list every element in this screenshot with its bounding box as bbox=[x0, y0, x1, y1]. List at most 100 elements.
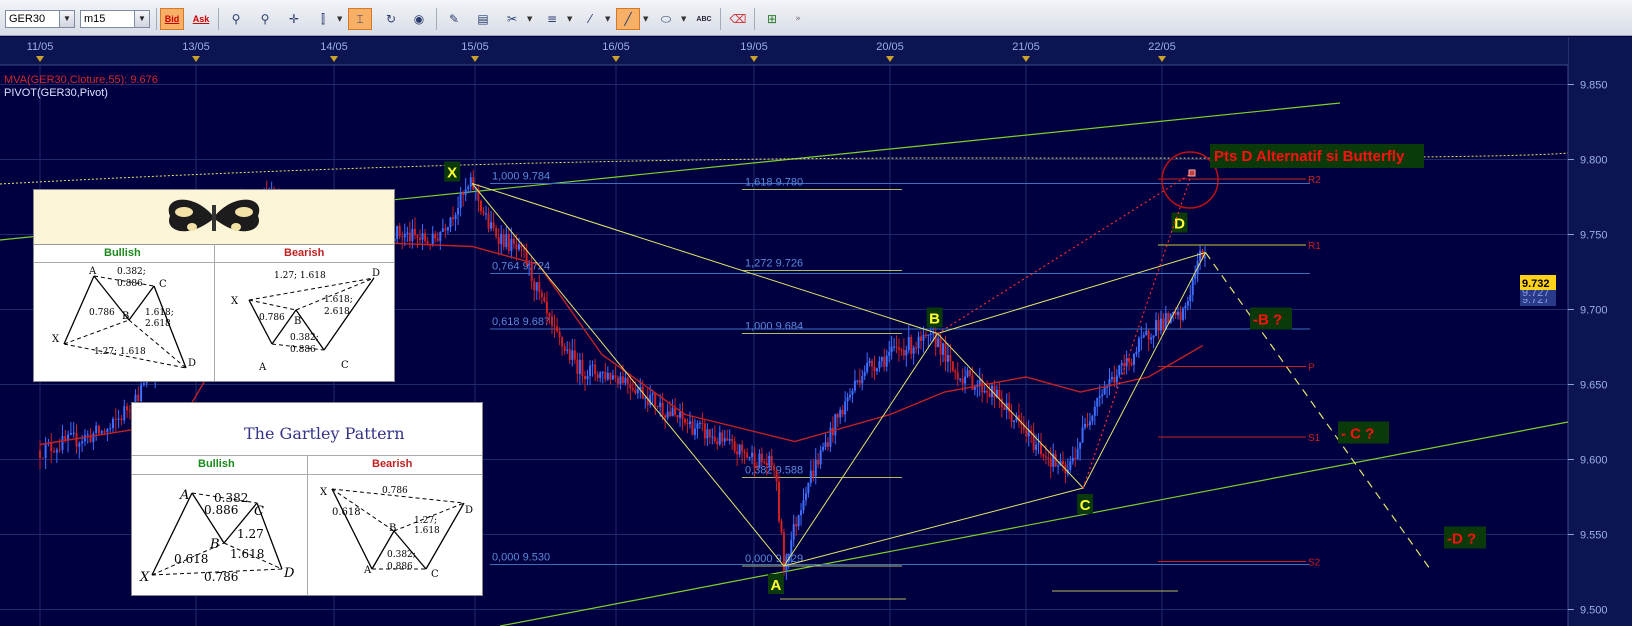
chevron-down-icon[interactable]: ▼ bbox=[567, 15, 572, 23]
candle-body bbox=[713, 436, 716, 442]
candle-body bbox=[69, 433, 72, 435]
candle-body bbox=[885, 355, 888, 367]
candle-body bbox=[1186, 300, 1189, 306]
candle-body bbox=[61, 436, 64, 450]
ask-button[interactable]: Ask bbox=[189, 8, 213, 30]
candle-body bbox=[1079, 442, 1082, 449]
candle-body bbox=[578, 360, 581, 374]
chevron-down-icon[interactable]: ▼ bbox=[605, 15, 610, 23]
price-tags: 9.7279.7279.732 bbox=[1520, 275, 1556, 306]
butterfly-pattern-panel: Bullish Bearish A 0.382; 0.886 C 0.786 B 1.618… bbox=[33, 189, 395, 382]
text-label-button[interactable]: ABC bbox=[692, 8, 716, 30]
candle-body bbox=[890, 346, 893, 353]
candle-body bbox=[401, 236, 404, 238]
ellipse-icon[interactable]: ⬭ bbox=[654, 8, 678, 30]
object-list-icon[interactable]: ▤ bbox=[471, 8, 495, 30]
zoom-in-icon[interactable]: ⚲ bbox=[224, 8, 248, 30]
candle-body bbox=[1181, 308, 1184, 321]
cursor-tool-icon[interactable]: ⌶ bbox=[348, 8, 372, 30]
crosshair-icon[interactable]: ✛ bbox=[282, 8, 306, 30]
candle-body bbox=[951, 361, 954, 371]
candle-body bbox=[525, 249, 528, 266]
candle-body bbox=[873, 366, 876, 372]
fibonacci-fan-icon[interactable]: ⁄ bbox=[578, 8, 602, 30]
candle-body bbox=[120, 418, 123, 421]
pattern-label: 1.618 bbox=[414, 526, 440, 536]
price-tick-label: 9.650 bbox=[1580, 380, 1608, 392]
candle-body bbox=[408, 232, 411, 241]
zoom-out-icon[interactable]: ⚲ bbox=[253, 8, 277, 30]
candle-body bbox=[528, 263, 531, 266]
candle-body bbox=[868, 360, 871, 363]
candle-body bbox=[83, 435, 86, 442]
candle-body bbox=[824, 442, 827, 448]
candle-body bbox=[907, 336, 910, 350]
candle-body bbox=[858, 380, 861, 384]
candle-body bbox=[968, 370, 971, 376]
candle-body bbox=[434, 233, 437, 239]
candle-body bbox=[573, 350, 576, 360]
bid-button[interactable]: Bid bbox=[160, 8, 184, 30]
price-tick-label: 9.550 bbox=[1580, 530, 1608, 542]
candle-body bbox=[1199, 250, 1202, 261]
candle-body bbox=[988, 392, 991, 398]
candle-body bbox=[1150, 337, 1153, 340]
candle-body bbox=[743, 451, 746, 454]
pattern-label: 0.886 bbox=[290, 345, 316, 355]
pattern-label: B bbox=[209, 537, 220, 552]
candle-body bbox=[822, 447, 825, 451]
chevron-down-icon[interactable]: ▼ bbox=[134, 11, 149, 27]
candle-body bbox=[601, 371, 604, 373]
pattern-leg bbox=[331, 488, 373, 570]
candle-body bbox=[589, 365, 592, 376]
candle-body bbox=[978, 379, 981, 385]
chevron-down-icon[interactable]: ▼ bbox=[59, 11, 74, 27]
candle-body bbox=[604, 371, 607, 380]
candle-body bbox=[123, 406, 126, 421]
candle-body bbox=[780, 520, 783, 533]
candle-body bbox=[910, 336, 913, 354]
candle-body bbox=[1177, 311, 1180, 315]
candle-body bbox=[748, 457, 751, 459]
symbol-select[interactable]: GER30 ▼ bbox=[5, 10, 75, 28]
tools-icon[interactable]: ✂ bbox=[500, 8, 524, 30]
pencil-icon[interactable]: ✎ bbox=[442, 8, 466, 30]
properties-icon[interactable]: ≡ bbox=[540, 8, 564, 30]
candle-body bbox=[804, 493, 807, 501]
expand-icon[interactable]: » bbox=[786, 8, 810, 30]
candle-body bbox=[55, 449, 58, 453]
trendline-icon[interactable]: ╱ bbox=[616, 8, 640, 30]
refresh-icon[interactable]: ↻ bbox=[379, 8, 403, 30]
candle-body bbox=[684, 419, 686, 423]
candle-body bbox=[507, 234, 510, 252]
candle-body bbox=[902, 349, 905, 356]
harmonic-point-label: C bbox=[1080, 497, 1091, 514]
candle-body bbox=[844, 401, 847, 415]
chart-type-icon[interactable]: ⫿ bbox=[311, 8, 335, 30]
candle-body bbox=[487, 213, 490, 229]
candle-body bbox=[424, 233, 427, 242]
chevron-down-icon[interactable]: ▼ bbox=[337, 15, 342, 23]
candle-body bbox=[419, 237, 422, 240]
harmonic-point-label: A bbox=[770, 577, 781, 594]
pattern-label: 0.618 bbox=[174, 552, 208, 566]
candle-body bbox=[773, 465, 776, 471]
globe-icon[interactable]: ◉ bbox=[407, 8, 431, 30]
candle-body bbox=[964, 376, 967, 384]
chevron-down-icon[interactable]: ▼ bbox=[681, 15, 686, 23]
toolbar-divider bbox=[436, 8, 437, 30]
hierarchy-icon[interactable]: ⊞ bbox=[760, 8, 784, 30]
candle-body bbox=[515, 243, 518, 250]
chevron-down-icon[interactable]: ▼ bbox=[527, 15, 532, 23]
price-tick-label: 9.850 bbox=[1580, 80, 1608, 92]
eraser-icon[interactable]: ⌫ bbox=[726, 8, 750, 30]
pattern-label: 0.786 bbox=[89, 308, 115, 318]
candle-body bbox=[411, 228, 414, 241]
chevron-down-icon[interactable]: ▼ bbox=[643, 15, 648, 23]
pattern-ratio-leg bbox=[248, 299, 297, 311]
candle-body bbox=[1162, 318, 1165, 330]
timeframe-select[interactable]: m15 ▼ bbox=[80, 10, 150, 28]
pattern-label: 0.786 bbox=[382, 486, 408, 496]
candle-body bbox=[1093, 406, 1096, 416]
candle-body bbox=[644, 397, 647, 399]
